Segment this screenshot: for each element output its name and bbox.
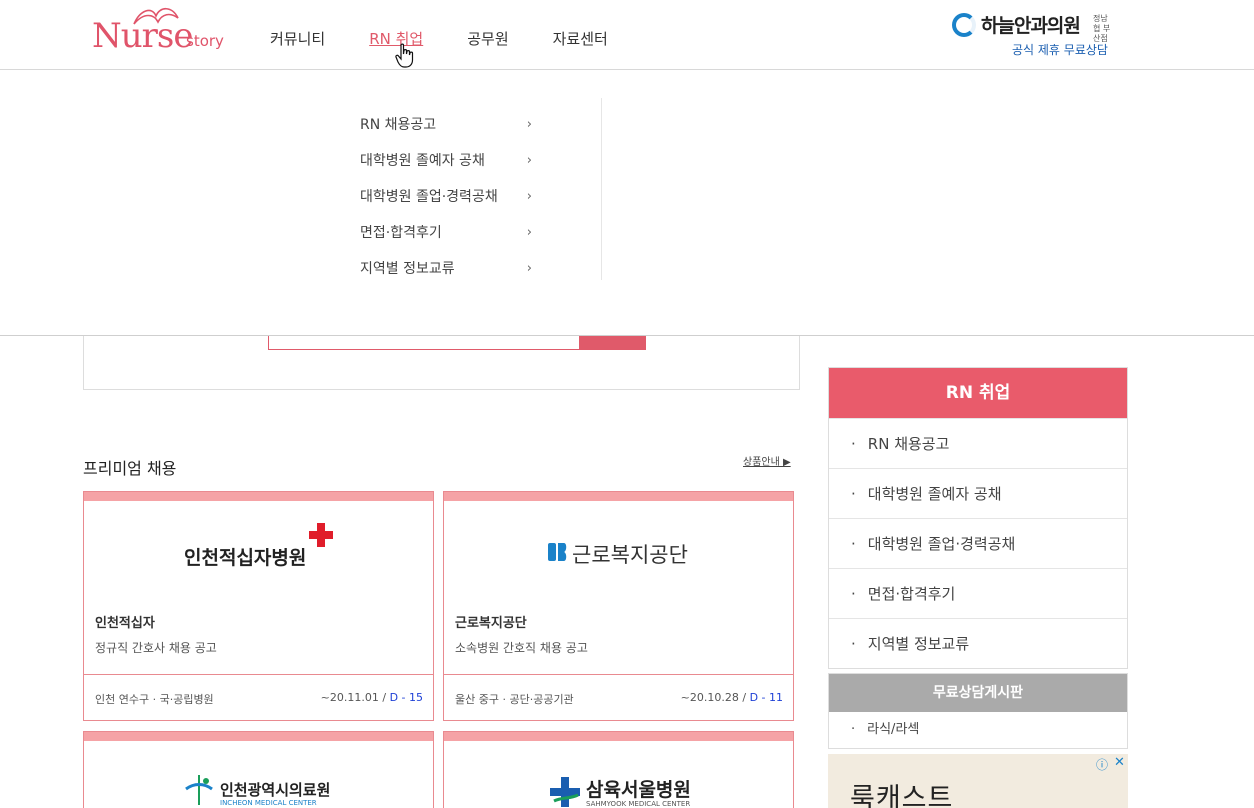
hospital-logo-text: 인천광역시의료원	[220, 781, 331, 799]
dropdown-item-label: 지역별 정보교류	[360, 261, 455, 277]
clinic-branch: 정남협 부산점	[1093, 14, 1111, 43]
card-deadline: ~20.11.01 / D - 15	[321, 691, 423, 704]
logo-sub: story	[186, 32, 224, 50]
sidebar-item-label: 지역별 정보교류	[867, 635, 970, 653]
chevron-right-icon: ›	[526, 260, 532, 276]
bullet-icon: ·	[851, 722, 856, 737]
chevron-right-icon: ›	[526, 152, 532, 168]
card-deadline: ~20.10.28 / D - 11	[681, 691, 783, 704]
card-logo: 삼육서울병원 SAHMYOOK MEDICAL CENTER	[444, 741, 793, 808]
clinic-logo-icon	[952, 13, 976, 37]
dropdown-item-rn-postings[interactable]: RN 채용공고 ›	[360, 106, 532, 142]
sidebar-item-label: 대학병원 졸업·경력공채	[867, 535, 1016, 553]
hospital-logo-text: 근로복지공단	[572, 543, 688, 567]
consult-item-lasik[interactable]: · 라식/라섹	[829, 712, 1127, 748]
dropdown-item-label: 면접·합격후기	[360, 225, 442, 241]
sidebar-item-regional-info[interactable]: · 지역별 정보교류	[829, 618, 1127, 668]
clinic-name: 하늘안과의원	[981, 15, 1081, 37]
hospital-logo-subtext: INCHEON MEDICAL CENTER	[220, 799, 317, 807]
job-card[interactable]: 삼육서울병원 SAHMYOOK MEDICAL CENTER	[443, 731, 794, 808]
sidebar-item-career-hiring[interactable]: · 대학병원 졸업·경력공채	[829, 518, 1127, 568]
card-dday: D - 15	[389, 691, 423, 704]
sidebar-rn-jobs: RN 취업 · RN 채용공고 · 대학병원 졸예자 공채 · 대학병원 졸업·경력공…	[828, 367, 1128, 669]
hospital-logo-text: 삼육서울병원	[586, 779, 691, 801]
dropdown-item-graduate-hiring[interactable]: 대학병원 졸예자 공채 ›	[360, 142, 532, 178]
dropdown-list: RN 채용공고 › 대학병원 졸예자 공채 › 대학병원 졸업·경력공채 › 면…	[360, 106, 532, 286]
dropdown-item-career-hiring[interactable]: 대학병원 졸업·경력공채 ›	[360, 178, 532, 214]
dropdown-item-interview-reviews[interactable]: 면접·합격후기 ›	[360, 214, 532, 250]
sidebar-item-graduate-hiring[interactable]: · 대학병원 졸예자 공채	[829, 468, 1127, 518]
consult-item-label: 라식/라섹	[867, 722, 920, 737]
dropdown-item-label: RN 채용공고	[360, 117, 437, 133]
card-footer: 인천 연수구 · 국·공립병원 ~20.11.01 / D - 15	[84, 674, 433, 720]
clinic-subtitle: 공식 제휴 무료상담	[1012, 43, 1108, 57]
card-description: 정규직 간호사 채용 공고	[95, 641, 217, 655]
card-top-bar	[84, 492, 433, 501]
nav-community[interactable]: 커뮤니티	[270, 28, 325, 49]
site-logo[interactable]: Nurse story	[92, 4, 224, 56]
sidebar-item-rn-postings[interactable]: · RN 채용공고	[829, 418, 1127, 468]
card-dday: D - 11	[749, 691, 783, 704]
card-top-bar	[444, 732, 793, 741]
card-date: ~20.10.28 /	[680, 691, 750, 704]
chevron-right-icon: ›	[526, 188, 532, 204]
card-top-bar	[444, 492, 793, 501]
ad-text: 룩캐스트	[850, 783, 954, 808]
chevron-right-icon: ›	[526, 116, 532, 132]
nav-resource-center[interactable]: 자료센터	[553, 28, 608, 49]
sahmyook-logo-icon	[550, 777, 580, 807]
ad-info-icon[interactable]: ⓘ	[1096, 756, 1108, 773]
sidebar-item-label: 면접·합격후기	[867, 585, 956, 603]
sidebar-ad-banner[interactable]: 룩캐스트 ⓘ ✕	[828, 754, 1128, 808]
dropdown-divider	[601, 98, 602, 280]
sidebar-item-label: RN 채용공고	[867, 435, 950, 453]
card-logo: 인천광역시의료원 INCHEON MEDICAL CENTER	[84, 741, 433, 808]
sidebar-title: RN 취업	[829, 368, 1127, 418]
dropdown-item-label: 대학병원 졸업·경력공채	[360, 189, 498, 205]
bullet-icon: ·	[851, 485, 856, 503]
main-nav: 커뮤니티 RN 취업 공무원 자료센터	[270, 28, 652, 49]
bullet-icon: ·	[851, 635, 856, 653]
medical-center-logo-icon	[185, 775, 213, 805]
product-info-link[interactable]: 상품안내 ▶	[743, 453, 791, 468]
bullet-icon: ·	[851, 535, 856, 553]
consult-board-title: 무료상담게시판	[829, 674, 1127, 712]
nav-civil-servant[interactable]: 공무원	[467, 28, 508, 49]
chevron-right-icon: ›	[526, 224, 532, 240]
premium-section-title: 프리미엄 채용	[83, 459, 177, 478]
card-footer: 울산 중구 · 공단·공공기관 ~20.10.28 / D - 11	[444, 674, 793, 720]
card-date: ~20.11.01 /	[320, 691, 390, 704]
site-header: Nurse story 커뮤니티 RN 취업 공무원 자료센터 하늘안과의원 정…	[0, 0, 1254, 70]
job-card[interactable]: 인천광역시의료원 INCHEON MEDICAL CENTER	[83, 731, 434, 808]
bullet-icon: ·	[851, 585, 856, 603]
header-ad-banner[interactable]: 하늘안과의원 정남협 부산점 공식 제휴 무료상담	[952, 10, 1120, 60]
card-logo: 근로복지공단	[444, 501, 793, 586]
rn-jobs-dropdown: RN 채용공고 › 대학병원 졸예자 공채 › 대학병원 졸업·경력공채 › 면…	[0, 70, 1254, 336]
dropdown-item-label: 대학병원 졸예자 공채	[360, 153, 485, 169]
logo-main: Nurse	[92, 16, 193, 56]
card-hospital-name: 인천적십자	[95, 616, 155, 631]
hospital-logo-subtext: SAHMYOOK MEDICAL CENTER	[586, 800, 691, 808]
hospital-logo-text: 인천적십자병원	[184, 547, 307, 569]
card-hospital-name: 근로복지공단	[455, 616, 527, 631]
kcomwel-logo-icon	[548, 543, 567, 561]
card-top-bar	[84, 732, 433, 741]
sidebar-consult-board: 무료상담게시판 · 라식/라섹	[828, 673, 1128, 749]
hand-cursor-icon	[395, 43, 414, 68]
card-location: 울산 중구 · 공단·공공기관	[455, 693, 574, 706]
card-location: 인천 연수구 · 국·공립병원	[95, 693, 214, 706]
job-card[interactable]: 인천적십자병원 인천적십자 정규직 간호사 채용 공고 인천 연수구 · 국·공…	[83, 491, 434, 721]
job-card[interactable]: 근로복지공단 근로복지공단 소속병원 간호직 채용 공고 울산 중구 · 공단·…	[443, 491, 794, 721]
red-cross-icon	[309, 523, 333, 547]
card-logo: 인천적십자병원	[84, 501, 433, 586]
card-description: 소속병원 간호직 채용 공고	[455, 641, 588, 655]
ad-close-icon[interactable]: ✕	[1114, 755, 1125, 770]
bullet-icon: ·	[851, 435, 856, 453]
dropdown-item-regional-info[interactable]: 지역별 정보교류 ›	[360, 250, 532, 286]
sidebar-item-interview-reviews[interactable]: · 면접·합격후기	[829, 568, 1127, 618]
sidebar-item-label: 대학병원 졸예자 공채	[867, 485, 1002, 503]
